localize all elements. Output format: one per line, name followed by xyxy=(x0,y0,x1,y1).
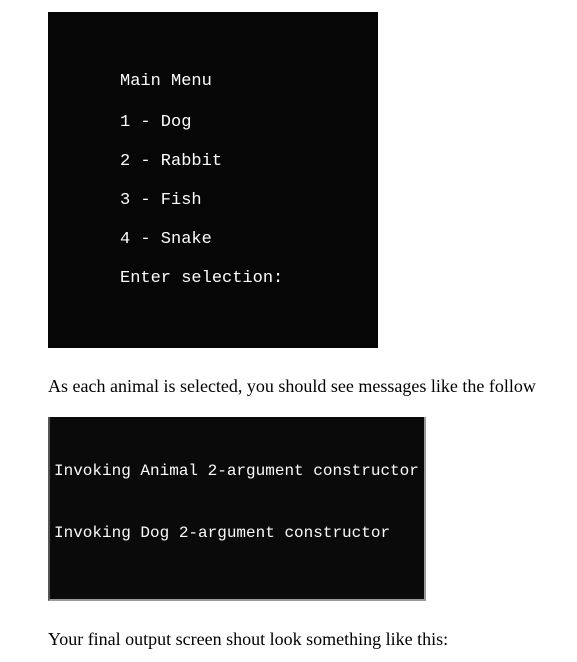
menu-item: 3 - Fish xyxy=(120,181,350,220)
main-menu-terminal: Main Menu 1 - Dog 2 - Rabbit 3 - Fish 4 … xyxy=(48,12,378,348)
constructor-output-terminal: Invoking Animal 2-argument constructor I… xyxy=(48,417,426,601)
instruction-text-2: Your final output screen shout look some… xyxy=(48,629,577,650)
output-line: Invoking Animal 2-argument constructor xyxy=(54,461,420,482)
menu-title: Main Menu xyxy=(120,62,350,101)
menu-item: 2 - Rabbit xyxy=(120,142,350,181)
instruction-text-1: As each animal is selected, you should s… xyxy=(48,376,577,397)
menu-prompt: Enter selection: xyxy=(120,259,350,298)
output-line: Invoking Dog 2-argument constructor xyxy=(54,523,420,544)
menu-item: 4 - Snake xyxy=(120,220,350,259)
menu-item: 1 - Dog xyxy=(120,103,350,142)
